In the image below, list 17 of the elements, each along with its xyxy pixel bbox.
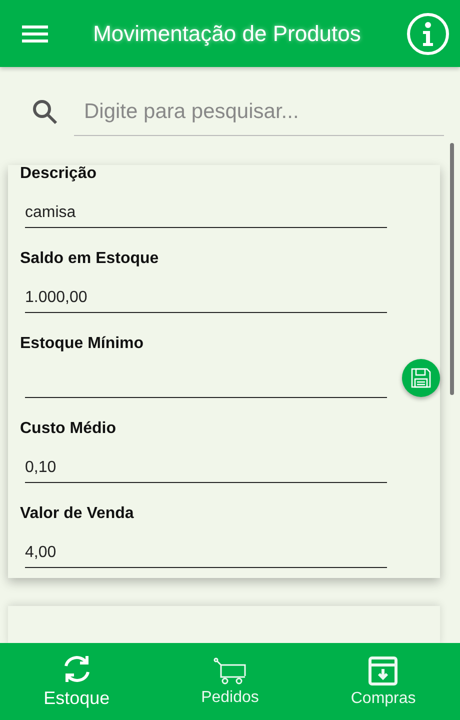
field-label: Estoque Mínimo xyxy=(20,335,145,353)
cart-icon xyxy=(212,656,247,684)
app-title: Movimentação de Produtos xyxy=(92,20,362,46)
input-field[interactable]: 4,00 xyxy=(25,539,387,568)
search-field[interactable]: Digite para pesquisar... xyxy=(74,88,444,136)
input-field[interactable]: 0,10 xyxy=(25,454,387,483)
scrollbar[interactable] xyxy=(450,143,454,395)
field-label: Descrição xyxy=(20,165,98,183)
field-label: Saldo em Estoque xyxy=(20,250,160,268)
input-field[interactable]: camisa xyxy=(25,199,387,228)
search-icon xyxy=(32,99,58,125)
field-label: Custo Médio xyxy=(20,420,117,438)
archive-download-icon xyxy=(368,656,398,686)
menu-icon[interactable] xyxy=(22,24,48,44)
field-label: Valor de Venda xyxy=(20,505,135,523)
info-icon[interactable] xyxy=(406,12,450,56)
input-field[interactable]: 1.000,00 xyxy=(25,284,387,313)
